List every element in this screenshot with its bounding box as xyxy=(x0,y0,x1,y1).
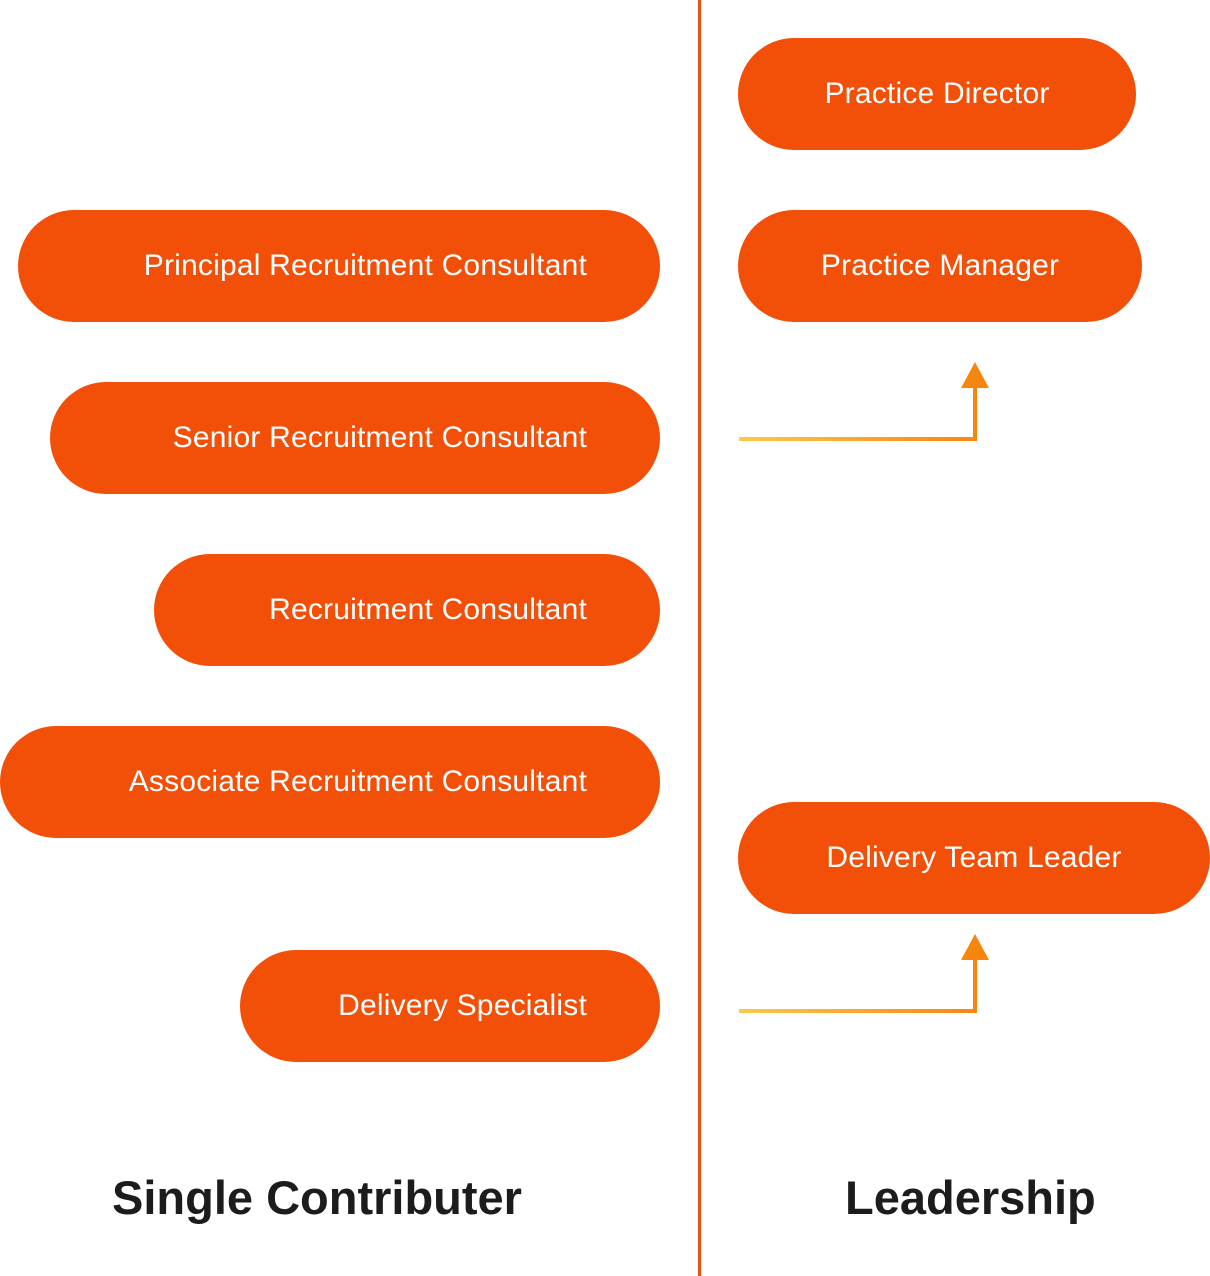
role-delivery-specialist: Delivery Specialist xyxy=(240,950,660,1062)
role-practice-director: Practice Director xyxy=(738,38,1136,150)
role-label: Associate Recruitment Consultant xyxy=(128,765,587,798)
role-label: Delivery Team Leader xyxy=(826,841,1122,874)
role-delivery-team-leader: Delivery Team Leader xyxy=(738,802,1210,914)
arrow-line xyxy=(739,958,977,1013)
role-practice-manager: Practice Manager xyxy=(738,210,1142,322)
arrow-head-icon xyxy=(961,362,989,388)
role-principal-recruitment-consultant: Principal Recruitment Consultant xyxy=(18,210,660,322)
arrow-delivery-specialist-to-team-leader xyxy=(739,934,989,1013)
role-label: Recruitment Consultant xyxy=(269,593,587,626)
role-associate-recruitment-consultant: Associate Recruitment Consultant xyxy=(0,726,660,838)
arrow-head-icon xyxy=(961,934,989,960)
role-senior-recruitment-consultant: Senior Recruitment Consultant xyxy=(50,382,660,494)
role-label: Senior Recruitment Consultant xyxy=(172,421,587,454)
role-recruitment-consultant: Recruitment Consultant xyxy=(154,554,660,666)
role-label: Delivery Specialist xyxy=(338,989,587,1022)
role-label: Principal Recruitment Consultant xyxy=(143,249,587,282)
arrow-line xyxy=(739,386,977,441)
arrow-senior-to-practice-manager xyxy=(739,362,989,441)
role-label: Practice Manager xyxy=(820,249,1060,282)
column-title-single-contributor: Single Contributer xyxy=(112,1171,522,1224)
column-title-leadership: Leadership xyxy=(845,1171,1096,1224)
column-divider xyxy=(698,0,701,1276)
role-label: Practice Director xyxy=(824,77,1050,110)
